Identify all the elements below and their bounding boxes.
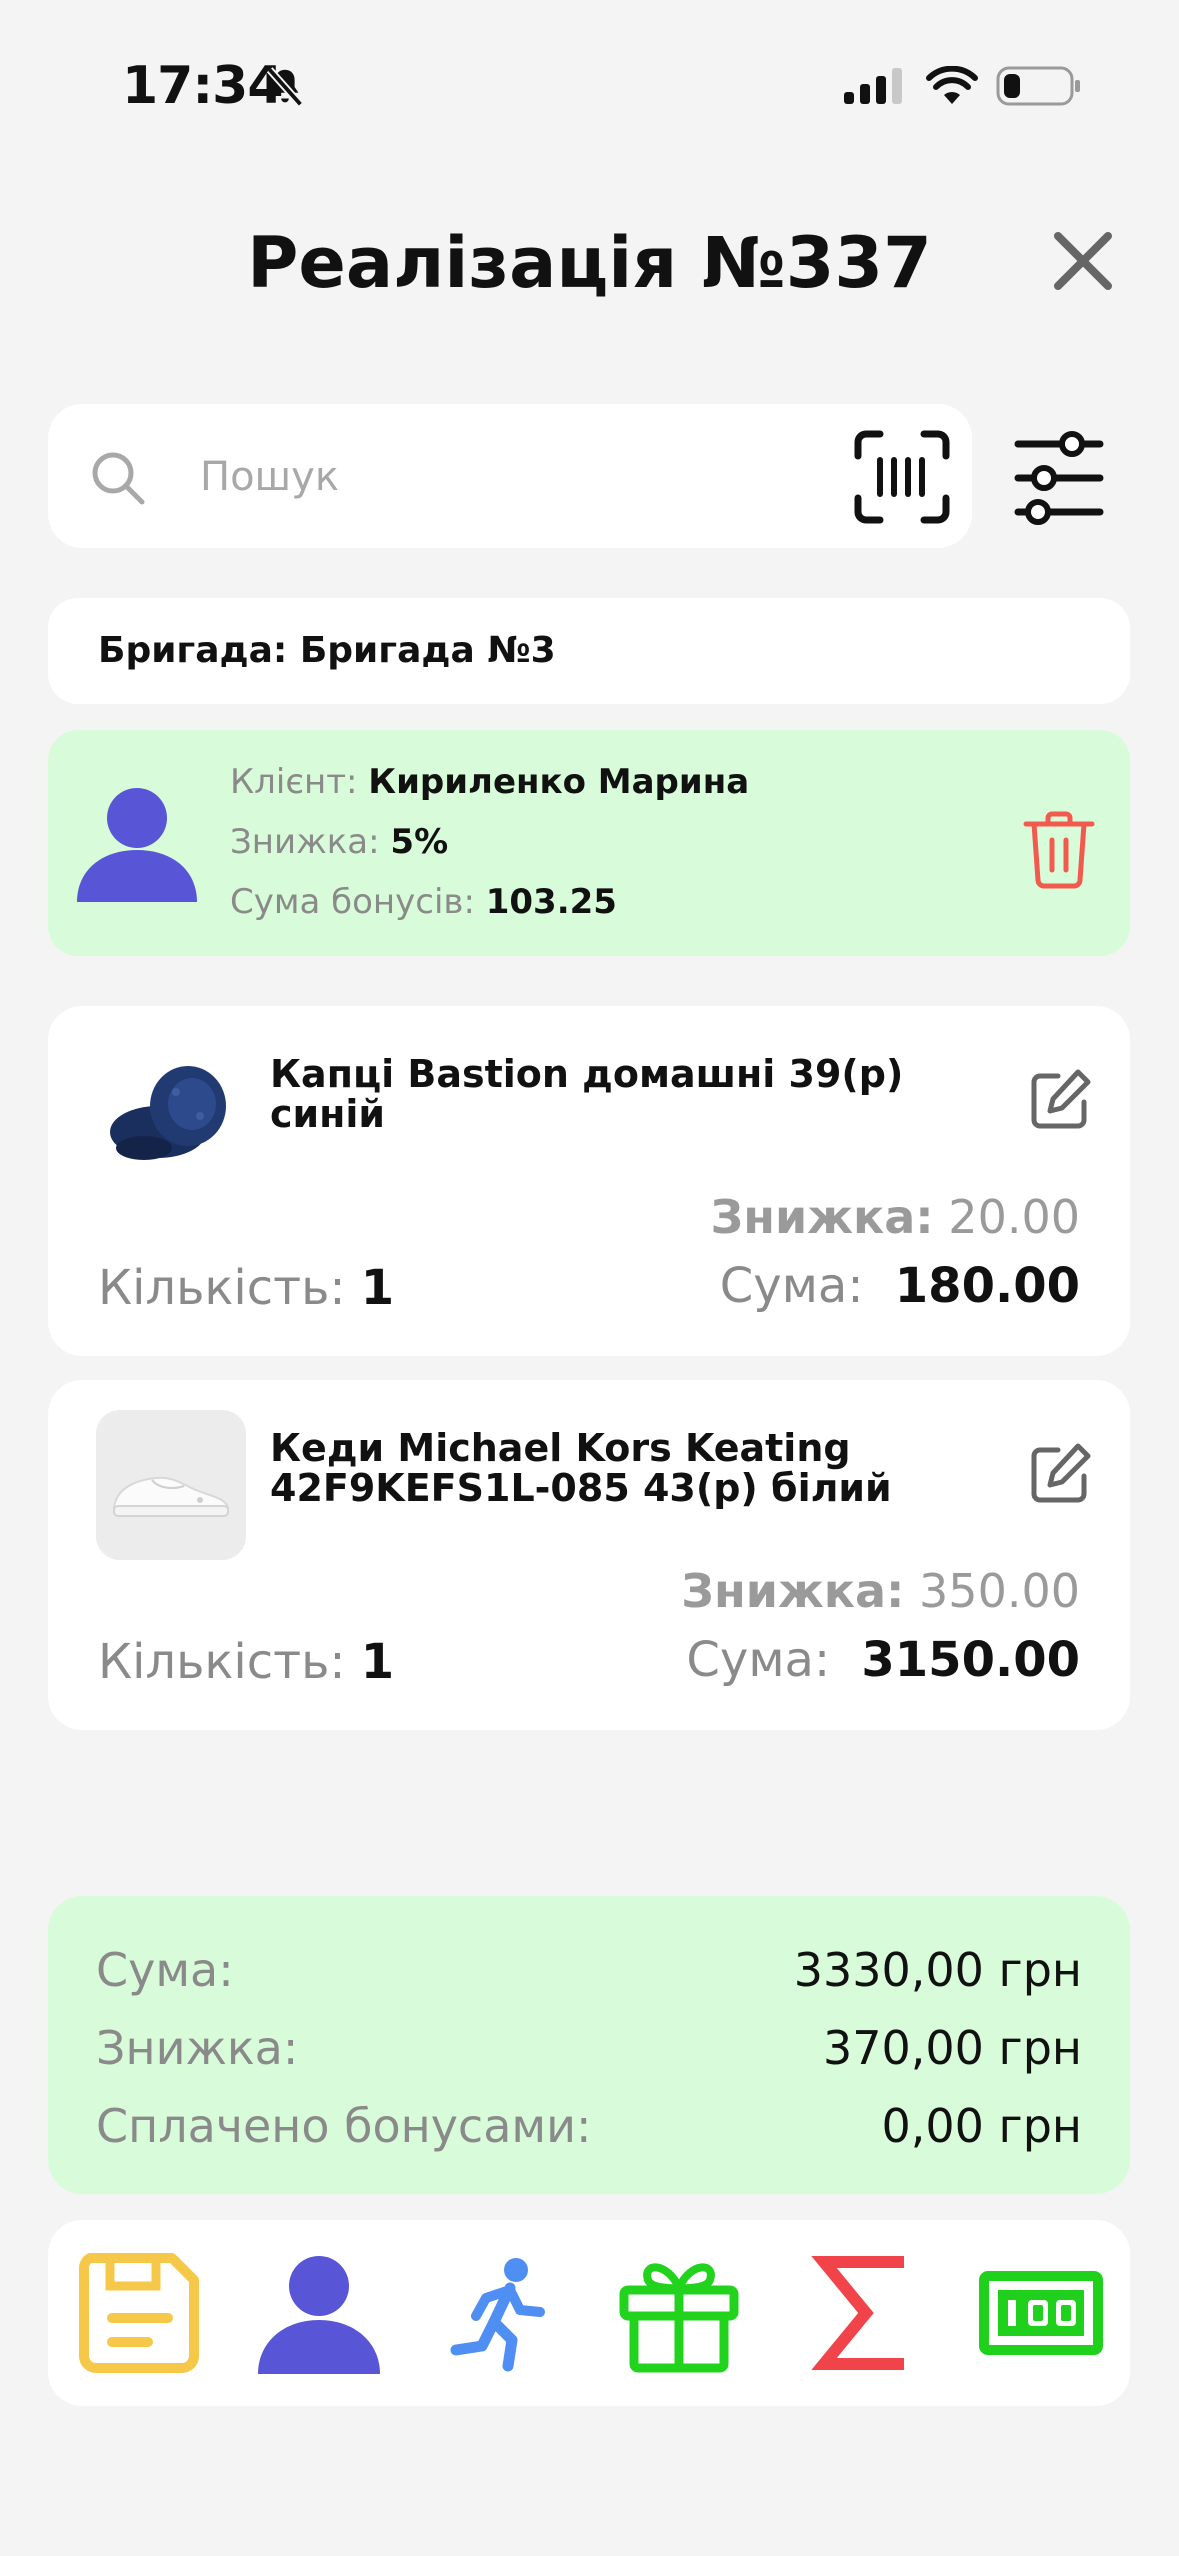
product-discount: Знижка: 20.00 [711, 1188, 1080, 1246]
filter-icon[interactable] [1014, 428, 1104, 528]
barcode-scan-icon[interactable] [854, 430, 950, 524]
product-quantity: Кількість: 1 [98, 1258, 394, 1318]
gift-icon[interactable] [616, 2250, 742, 2376]
product-sum-label: Сума: [686, 1632, 831, 1688]
product-quantity-value: 1 [360, 1634, 395, 1690]
trash-icon[interactable] [1022, 810, 1096, 890]
totals-sum-row: Сума: 3330,00 грн [96, 1940, 1082, 2000]
client-name-label: Клієнт: [230, 762, 358, 802]
product-card[interactable]: Кеди Michael Kors Keating 42F9KEFS1L-085… [48, 1380, 1130, 1730]
product-quantity-value: 1 [360, 1260, 395, 1316]
client-name: Кириленко Марина [368, 762, 750, 802]
product-discount-label: Знижка: [710, 1190, 934, 1244]
totals-sum-value: 3330,00 грн [793, 1943, 1082, 1997]
close-icon[interactable] [1050, 228, 1116, 294]
product-image-sneakers [96, 1410, 246, 1560]
client-card[interactable]: Клієнт: Кириленко Марина Знижка: 5% Сума… [48, 730, 1130, 956]
product-discount-value: 20.00 [948, 1190, 1080, 1244]
totals-bonus-label: Сплачено бонусами: [96, 2099, 592, 2153]
client-name-line: Клієнт: Кириленко Марина [230, 760, 749, 804]
product-quantity-label: Кількість: [98, 1634, 346, 1690]
product-quantity: Кількість: 1 [98, 1632, 394, 1692]
product-discount: Знижка: 350.00 [681, 1562, 1080, 1620]
cash-icon[interactable] [978, 2250, 1104, 2376]
signal-icon [844, 68, 902, 104]
totals-bonus-row: Сплачено бонусами: 0,00 грн [96, 2096, 1082, 2156]
product-sum-value: 180.00 [894, 1258, 1080, 1314]
search-icon [92, 452, 145, 505]
battery-icon [996, 66, 1080, 106]
client-discount-line: Знижка: 5% [230, 820, 448, 864]
client-discount: 5% [390, 822, 449, 862]
wifi-icon [926, 66, 978, 104]
client-bonus-line: Сума бонусів: 103.25 [230, 880, 617, 924]
client-bonus-label: Сума бонусів: [230, 882, 475, 922]
page-title: Реалізація №337 [247, 222, 932, 304]
product-image-slippers [96, 1036, 246, 1186]
search-input[interactable] [198, 440, 842, 514]
product-discount-label: Знижка: [681, 1564, 905, 1618]
brigade-card[interactable]: Бригада: Бригада №3 [48, 598, 1130, 704]
sneakers-image-icon [96, 1410, 246, 1560]
product-sum-label: Сума: [719, 1258, 864, 1314]
product-discount-value: 350.00 [919, 1564, 1080, 1618]
product-quantity-label: Кількість: [98, 1260, 346, 1316]
bell-off-icon [266, 67, 304, 107]
status-time: 17:34 [122, 56, 284, 116]
slippers-image-icon [96, 1036, 246, 1186]
totals-discount-row: Знижка: 370,00 грн [96, 2018, 1082, 2078]
client-discount-label: Знижка: [230, 822, 380, 862]
client-bonus: 103.25 [485, 882, 617, 922]
bottom-toolbar [48, 2220, 1130, 2406]
product-name: Кеди Michael Kors Keating 42F9KEFS1L-085… [270, 1426, 892, 1510]
totals-card: Сума: 3330,00 грн Знижка: 370,00 грн Спл… [48, 1896, 1130, 2194]
edit-icon[interactable] [1028, 1440, 1094, 1506]
totals-bonus-value: 0,00 грн [881, 2099, 1083, 2153]
totals-discount-value: 370,00 грн [822, 2021, 1082, 2075]
runner-icon[interactable] [438, 2250, 564, 2376]
product-card[interactable]: Капці Bastion домашні 39(р) синій Знижка… [48, 1006, 1130, 1356]
product-sum-value: 3150.00 [861, 1632, 1080, 1688]
product-sum: Сума: 3150.00 [686, 1630, 1080, 1690]
brigade-text: Бригада: Бригада №3 [98, 630, 556, 671]
sigma-icon[interactable] [798, 2250, 924, 2376]
product-name: Капці Bastion домашні 39(р) синій [270, 1052, 904, 1136]
search-box [48, 404, 972, 548]
client-avatar-icon [77, 788, 197, 902]
totals-sum-label: Сума: [96, 1943, 234, 1997]
totals-discount-label: Знижка: [96, 2021, 299, 2075]
product-sum: Сума: 180.00 [720, 1256, 1080, 1316]
edit-icon[interactable] [1028, 1066, 1094, 1132]
client-icon[interactable] [256, 2250, 382, 2376]
save-icon[interactable] [76, 2250, 202, 2376]
